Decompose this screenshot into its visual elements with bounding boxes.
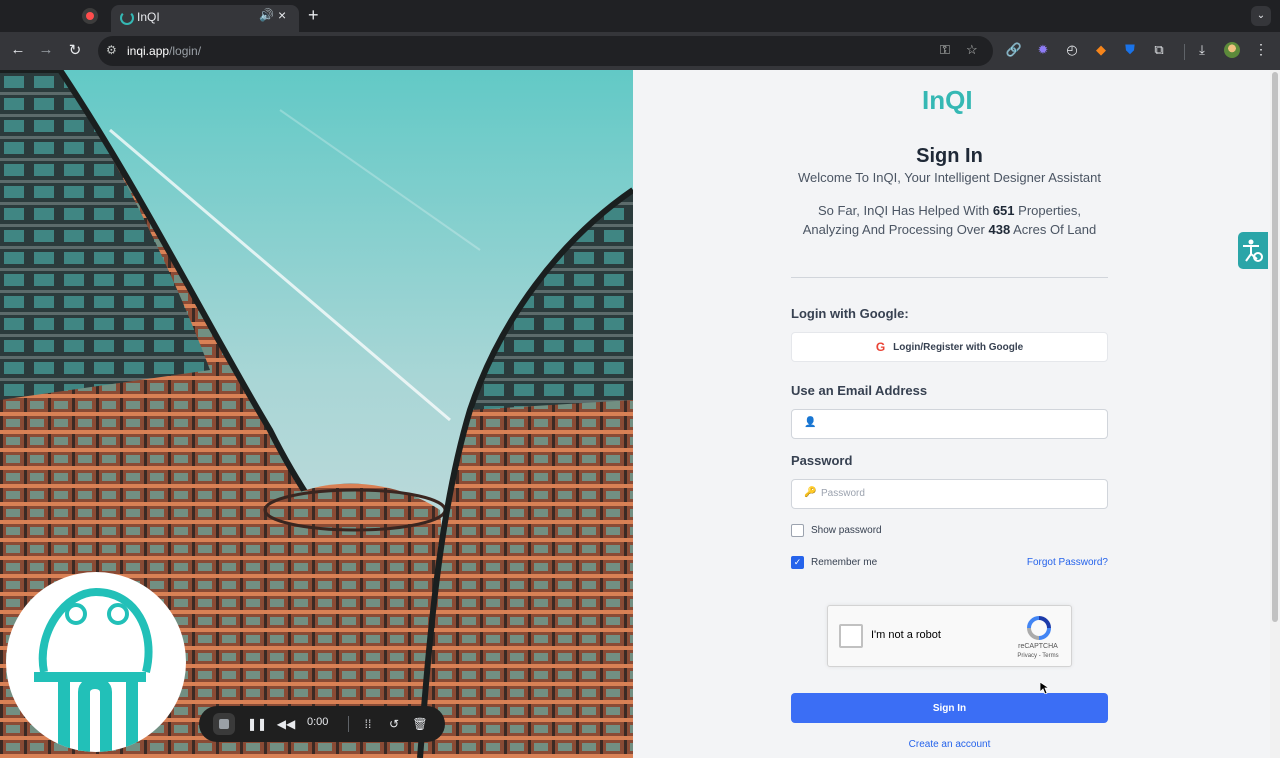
email-label: Use an Email Address	[791, 383, 928, 398]
reload-icon[interactable]: ↻	[65, 41, 85, 59]
fox-extension-icon[interactable]: ◆	[1092, 41, 1110, 59]
page-viewport: InQI Sign In Welcome To InQI, Your Intel…	[0, 70, 1280, 758]
site-settings-icon[interactable]: ⚙	[106, 43, 117, 57]
recaptcha-checkbox[interactable]	[839, 624, 863, 648]
toolbar-divider	[1184, 44, 1185, 60]
key-icon: 🔑	[804, 487, 817, 498]
timer-extension-icon[interactable]: ◴	[1063, 41, 1081, 59]
grid-icon[interactable]: ⁞⁞	[358, 714, 378, 734]
inqi-mascot-icon	[34, 587, 153, 752]
speaker-icon[interactable]: 🔊	[259, 8, 274, 22]
stats-text: So Far, InQI Has Helped With 651 Propert…	[802, 203, 1097, 237]
google-login-label: Login with Google:	[791, 306, 909, 321]
password-key-icon[interactable]: ⚿	[940, 42, 950, 58]
password-field[interactable]: 🔑 Password	[791, 479, 1108, 509]
acres-count: 438	[988, 222, 1011, 237]
restart-icon[interactable]: ↺	[384, 714, 404, 734]
scrollbar-thumb[interactable]	[1272, 72, 1278, 622]
recaptcha-terms-link[interactable]: Privacy - Terms	[1008, 653, 1068, 659]
shield-extension-icon[interactable]: ⛊	[1121, 41, 1139, 59]
tab-inqi[interactable]: InQI 🔊 ×	[111, 5, 299, 32]
inqi-logo: InQI	[922, 85, 973, 115]
remember-me-checkbox[interactable]: ✓	[791, 556, 804, 569]
bookmark-star-icon[interactable]: ☆	[966, 42, 978, 58]
pause-icon[interactable]: ❚❚	[247, 714, 267, 734]
recaptcha-widget: I'm not a robot reCAPTCHA Privacy - Term…	[827, 605, 1072, 667]
extensions-puzzle-icon[interactable]: ⧉	[1150, 41, 1168, 59]
recaptcha-label: I'm not a robot	[871, 629, 941, 641]
gear-extension-icon[interactable]: ✹	[1034, 41, 1052, 59]
forward-arrow-icon[interactable]: →	[36, 41, 56, 58]
create-account-link[interactable]: Create an account	[791, 739, 1108, 750]
remember-me-label: Remember me	[811, 557, 878, 568]
url-text: inqi.app/login/	[127, 44, 202, 58]
browser-toolbar: ← → ↻ ⚙ inqi.app/login/ ⚿ ☆ 🔗 ✹ ◴ ◆ ⛊ ⧉ …	[0, 32, 1280, 70]
recording-time: 0:00	[307, 716, 329, 728]
profile-avatar[interactable]	[1224, 42, 1240, 58]
google-login-button[interactable]: G Login/Register with Google	[791, 332, 1108, 362]
screen-recorder-bar: ❚❚ ◀◀ 0:00 ⁞⁞ ↺ 🗑	[199, 706, 445, 742]
inqi-favicon-icon	[120, 11, 134, 25]
stop-icon[interactable]	[213, 713, 235, 735]
accessibility-icon	[1243, 239, 1263, 262]
close-tab-icon[interactable]: ×	[278, 7, 286, 23]
google-icon: G	[875, 340, 886, 354]
new-tab-button[interactable]: +	[308, 6, 319, 24]
password-label: Password	[791, 453, 853, 468]
page-scrollbar[interactable]	[1270, 70, 1280, 758]
menu-kebab-icon[interactable]: ⋮	[1254, 41, 1268, 58]
back-arrow-icon[interactable]: ←	[8, 41, 28, 58]
recorder-divider	[348, 716, 349, 732]
download-icon[interactable]: ⤓	[1193, 41, 1211, 59]
accessibility-button[interactable]	[1238, 232, 1268, 269]
sign-in-button[interactable]: Sign In	[791, 693, 1108, 723]
page-title: Sign In	[916, 145, 983, 167]
browser-tab-strip: InQI 🔊 × + ⌄	[0, 0, 1280, 32]
tab-search-chevron-icon[interactable]: ⌄	[1251, 6, 1271, 26]
properties-count: 651	[992, 203, 1015, 218]
recaptcha-icon	[1027, 616, 1051, 640]
show-password-label: Show password	[811, 525, 882, 536]
tab-title: InQI	[137, 10, 160, 24]
mouse-cursor-icon	[1040, 682, 1050, 694]
email-field[interactable]: 👤	[791, 409, 1108, 439]
svg-text:InQI: InQI	[922, 85, 973, 115]
user-icon: 👤	[804, 417, 817, 428]
forgot-password-link[interactable]: Forgot Password?	[1000, 557, 1108, 568]
trash-icon[interactable]: 🗑	[410, 714, 430, 734]
show-password-checkbox[interactable]	[791, 524, 804, 537]
link-extension-icon[interactable]: 🔗	[1005, 41, 1023, 59]
welcome-text: Welcome To InQI, Your Intelligent Design…	[797, 170, 1102, 185]
address-bar[interactable]: ⚙ inqi.app/login/ ⚿ ☆	[98, 36, 993, 66]
section-divider	[791, 277, 1108, 278]
rewind-icon[interactable]: ◀◀	[276, 714, 296, 734]
webcam-avatar-overlay	[6, 572, 186, 752]
recaptcha-brand: reCAPTCHA	[1018, 643, 1058, 650]
recording-tab-icon[interactable]	[82, 8, 98, 24]
